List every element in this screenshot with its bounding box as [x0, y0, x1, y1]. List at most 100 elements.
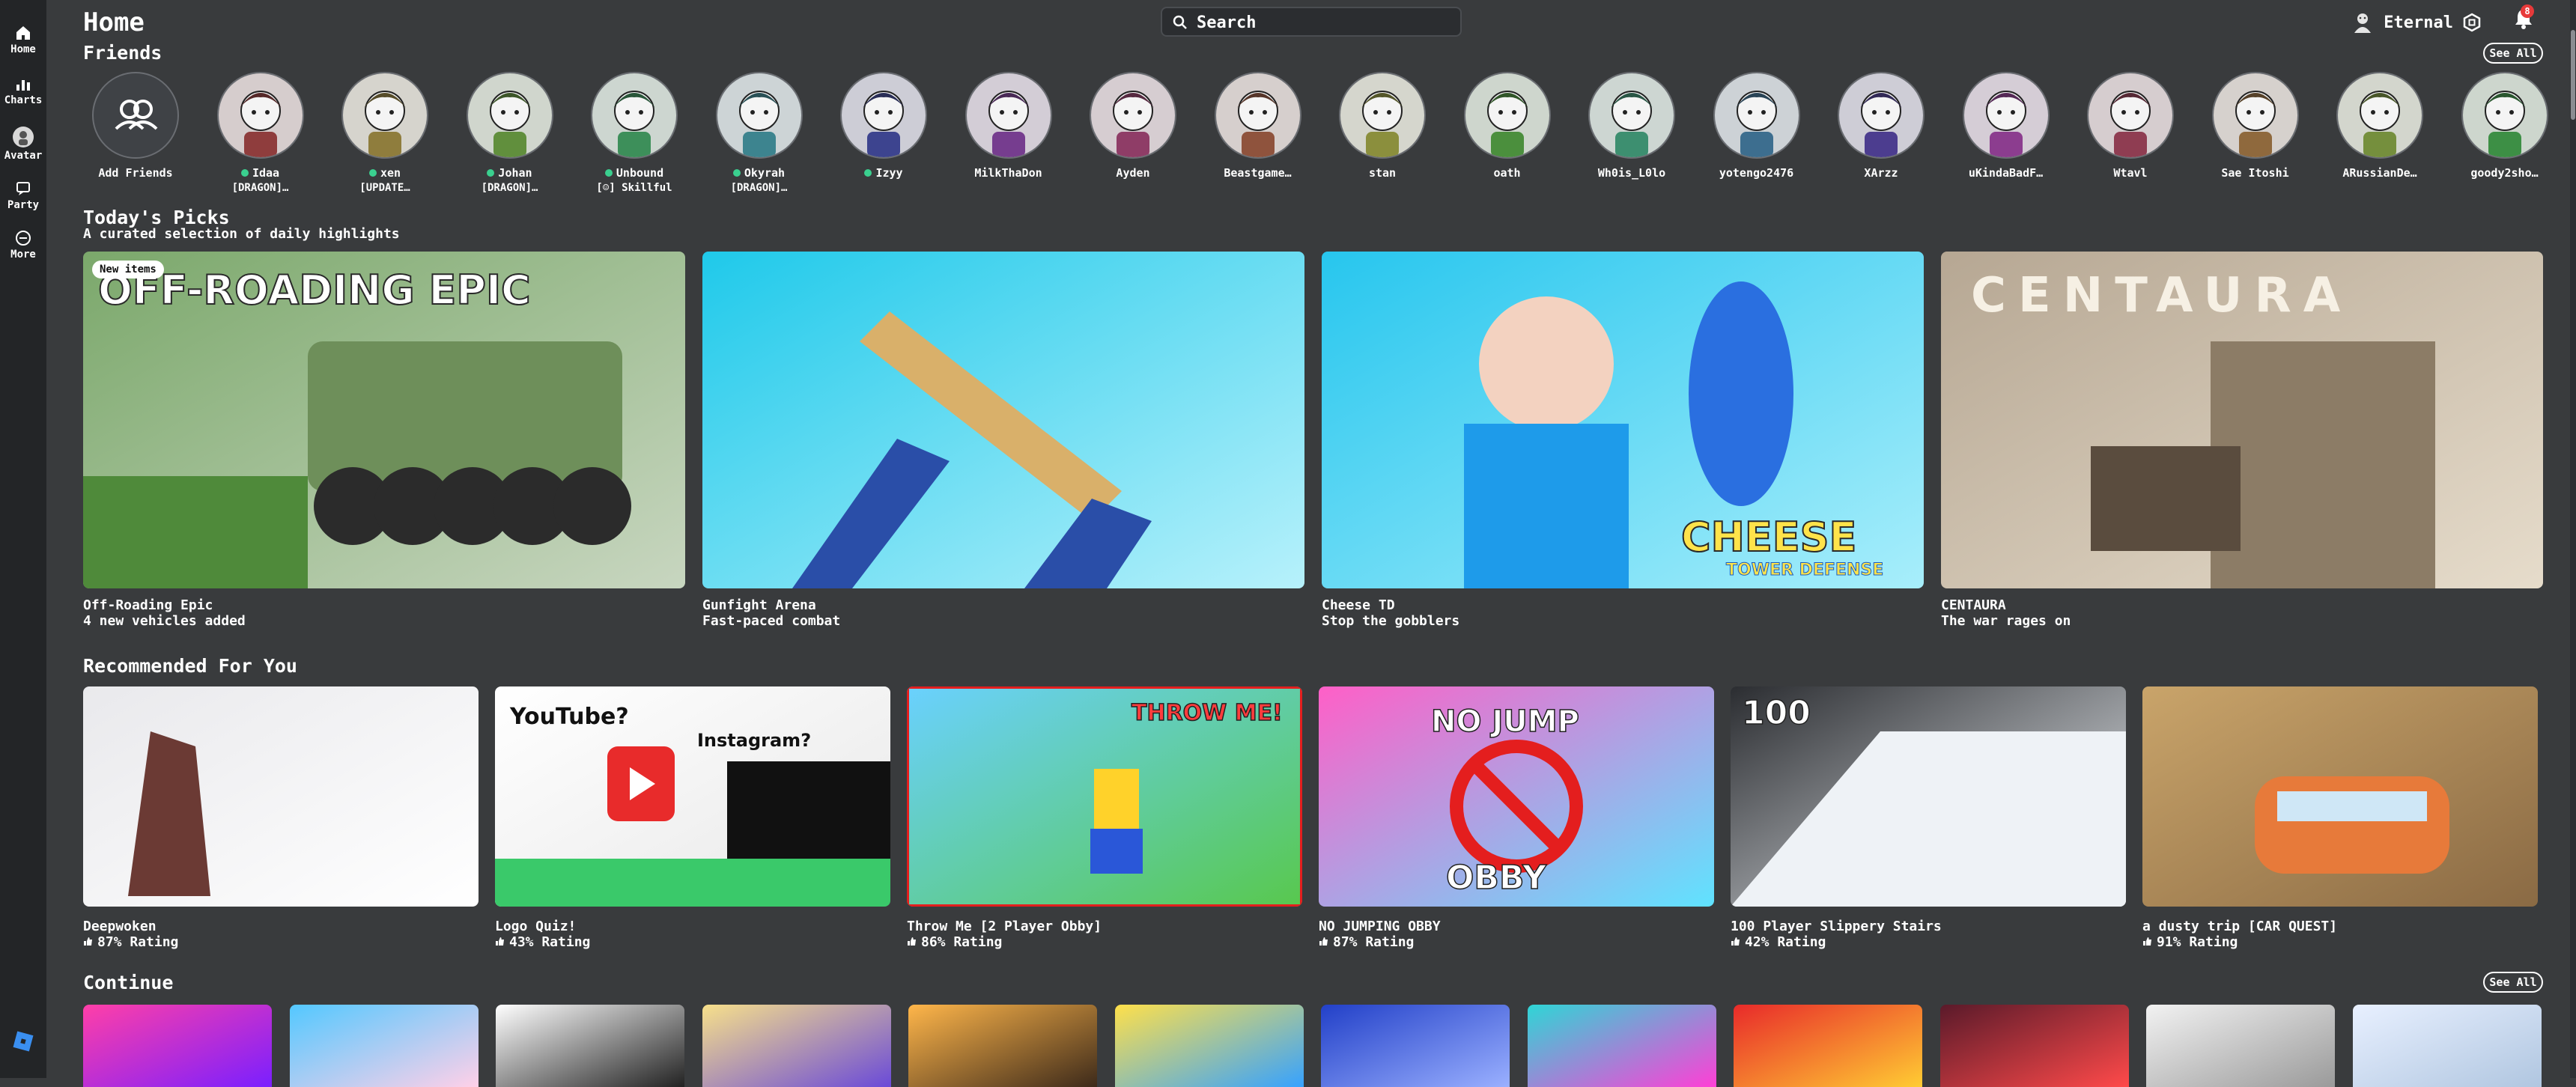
picks-section-title: Today's Picks	[83, 207, 230, 228]
friend-item[interactable]: goody2sho…	[2452, 72, 2557, 180]
friend-name: Beastgame…	[1206, 166, 1310, 180]
continue-see-all-button[interactable]: See All	[2483, 972, 2543, 993]
friend-item[interactable]: MilkThaDon	[956, 72, 1061, 180]
recommended-tile[interactable]: NO JUMP OBBY	[1319, 686, 1714, 907]
friend-name-text: stan	[1368, 166, 1397, 180]
nav-item-avatar[interactable]: Avatar	[0, 126, 46, 162]
user-menu[interactable]: Eternal	[2351, 6, 2482, 39]
thumbs-up-icon	[1731, 937, 1740, 946]
roblox-logo-icon[interactable]	[12, 1030, 34, 1053]
nav-item-more[interactable]: More	[0, 229, 46, 261]
continue-tile[interactable]	[83, 1005, 272, 1087]
friend-item[interactable]: Unbound [☺] Skillful	[582, 72, 687, 194]
nav-item-home[interactable]: Home	[0, 24, 46, 55]
pick-tile[interactable]: CHEESE TOWER DEFENSE	[1322, 252, 1924, 588]
friend-item[interactable]: xen [UPDATE…	[332, 72, 437, 194]
friend-item[interactable]: Beastgame…	[1206, 72, 1310, 180]
recommended-tile[interactable]: THROW ME!	[907, 686, 1302, 907]
continue-tile[interactable]	[1734, 1005, 1922, 1087]
friend-item[interactable]: Okyrah [DRAGON]…	[707, 72, 812, 194]
recommended-tile[interactable]: YouTube? Instagram?	[495, 686, 890, 907]
recommended-thumbnail: THROW ME!	[907, 686, 1302, 907]
page-scrollbar[interactable]	[2570, 0, 2576, 1078]
friend-item[interactable]: XArzz	[1829, 72, 1933, 180]
friend-item[interactable]: ARussianDe…	[2327, 72, 2432, 180]
search-bar[interactable]	[1161, 7, 1462, 37]
tile-background	[2352, 1005, 2542, 1087]
page-title: Home	[83, 7, 145, 37]
friend-avatar	[1962, 72, 2050, 159]
recommended-rating: 87% Rating	[83, 934, 178, 950]
friend-item[interactable]: Johan [DRAGON]…	[458, 72, 562, 194]
nav-item-charts[interactable]: Charts	[0, 75, 46, 106]
friend-name-text: Idaa	[252, 166, 280, 180]
continue-tile[interactable]	[2146, 1005, 2335, 1087]
friend-name-text: yotengo2476	[1719, 166, 1794, 180]
friend-avatar	[1713, 72, 1800, 159]
friend-name-text: xen	[380, 166, 401, 180]
friend-avatar-image	[1839, 73, 1923, 157]
friend-item[interactable]: Wtavl	[2078, 72, 2183, 180]
friends-section-title: Friends	[83, 42, 162, 64]
friend-avatar-image	[1091, 73, 1175, 157]
continue-tile[interactable]	[908, 1005, 1097, 1087]
add-friends-button[interactable]: Add Friends	[83, 72, 188, 180]
recommended-rating: 86% Rating	[907, 934, 1002, 950]
friend-status: [UPDATE…	[359, 182, 410, 194]
friends-see-all-button[interactable]: See All	[2483, 43, 2543, 64]
friend-item[interactable]: uKindaBadF…	[1954, 72, 2059, 180]
friend-name: XArzz	[1829, 166, 1933, 180]
pick-art-subtext: TOWER DEFENSE	[1726, 561, 1883, 579]
more-icon	[16, 231, 31, 246]
pick-title: Off-Roading Epic	[83, 597, 213, 613]
continue-tile[interactable]	[2352, 1005, 2542, 1087]
search-input[interactable]	[1195, 11, 1453, 34]
continue-tile[interactable]	[1939, 1005, 2129, 1087]
friend-avatar-image	[717, 73, 801, 157]
recommended-tile[interactable]: 100	[1731, 686, 2126, 907]
add-friends-avatar	[92, 72, 179, 159]
recommended-thumbnail: YouTube? Instagram?	[495, 686, 890, 907]
thumbs-up-icon	[84, 937, 92, 946]
continue-section-title: Continue	[83, 972, 174, 993]
continue-tile[interactable]	[496, 1005, 684, 1087]
continue-tile[interactable]	[1114, 1005, 1304, 1087]
pick-tile[interactable]	[702, 252, 1304, 588]
robux-icon[interactable]	[2462, 13, 2482, 32]
pick-thumbnail: OFF-ROADING EPIC	[83, 252, 685, 588]
friend-item[interactable]: oath	[1455, 72, 1560, 180]
nav-item-party[interactable]: Party	[0, 180, 46, 211]
recommended-thumbnail: 100	[1731, 686, 2126, 907]
friend-avatar-image	[592, 73, 676, 157]
friend-name-text: ARussianDe…	[2342, 166, 2417, 180]
nav-label: Home	[10, 43, 36, 55]
friend-item[interactable]: Ayden	[1081, 72, 1185, 180]
friend-item[interactable]: yotengo2476	[1704, 72, 1809, 180]
recommended-title: 100 Player Slippery Stairs	[1731, 919, 1942, 934]
continue-tile[interactable]	[702, 1005, 891, 1087]
recommended-tile[interactable]	[2142, 686, 2538, 907]
friend-item[interactable]: Wh0is_L0lo	[1579, 72, 1684, 180]
pick-title: Gunfight Arena	[702, 597, 816, 613]
recommended-tile[interactable]	[83, 686, 479, 907]
friend-name: Izyy	[831, 166, 936, 180]
tile-background	[1939, 1005, 2129, 1087]
friend-item[interactable]: Izyy	[831, 72, 936, 180]
friend-item[interactable]: stan	[1330, 72, 1435, 180]
friend-name-text: Sae Itoshi	[2221, 166, 2289, 180]
friend-item[interactable]: Sae Itoshi	[2203, 72, 2308, 180]
pick-tile[interactable]: CENTAURA	[1941, 252, 2543, 588]
friend-item[interactable]: Idaa [DRAGON]…	[208, 72, 313, 194]
continue-tile[interactable]	[1527, 1005, 1716, 1087]
pick-tile[interactable]: OFF-ROADING EPIC New items	[83, 252, 685, 588]
friends-carousel: Add Friends Idaa [DRAGON]… xen [UPDATE… Joha…	[83, 72, 2554, 199]
continue-tile[interactable]	[289, 1005, 479, 1087]
scrollbar-thumb[interactable]	[2571, 30, 2575, 120]
friend-name-text: Unbound	[616, 166, 664, 180]
add-friends-label: Add Friends	[98, 166, 173, 180]
friend-avatar-image	[842, 73, 926, 157]
friend-name: MilkThaDon	[956, 166, 1061, 180]
friend-avatar-image	[2462, 73, 2547, 157]
friend-name: Johan	[458, 166, 562, 180]
continue-tile[interactable]	[1321, 1005, 1510, 1087]
